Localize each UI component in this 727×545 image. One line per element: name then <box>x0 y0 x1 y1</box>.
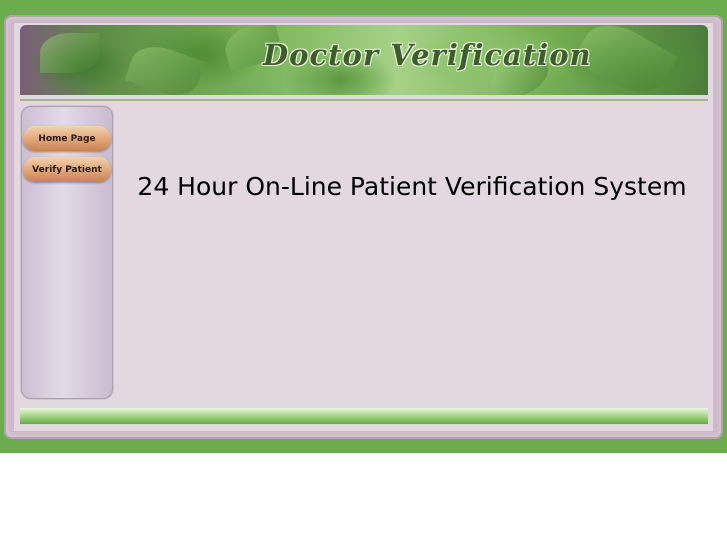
site-frame: Doctor Verification Home Page Verify Pat… <box>4 15 723 439</box>
footer-bar <box>20 408 708 424</box>
nav-verify-patient-button[interactable]: Verify Patient <box>23 157 111 182</box>
site-title: Doctor Verification <box>263 38 592 72</box>
leaf-decoration <box>124 38 206 95</box>
leaf-decoration <box>40 33 100 73</box>
header-banner: Doctor Verification <box>20 25 708 95</box>
sidebar: Home Page Verify Patient <box>21 106 113 399</box>
page-background: Doctor Verification Home Page Verify Pat… <box>0 0 727 453</box>
page-heading: 24 Hour On-Line Patient Verification Sys… <box>137 172 687 201</box>
header-divider <box>20 99 708 101</box>
content-area: Doctor Verification Home Page Verify Pat… <box>14 23 713 431</box>
nav-home-button[interactable]: Home Page <box>23 126 111 151</box>
